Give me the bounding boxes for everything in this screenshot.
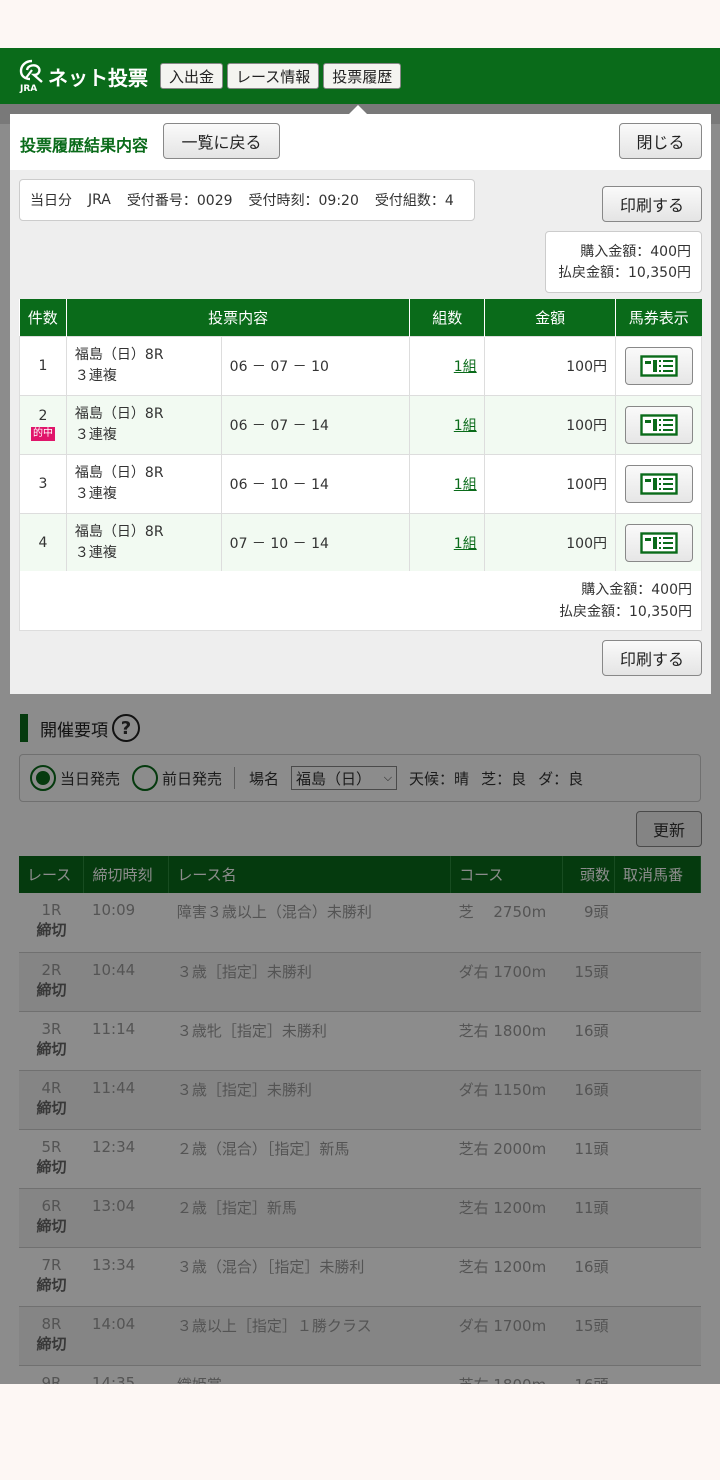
- bet-amount: 100円: [484, 512, 616, 573]
- col-header-count: 件数: [19, 299, 67, 336]
- receipt-sets: 受付組数：4: [374, 193, 454, 209]
- ticket-cell: [615, 512, 702, 573]
- logo-text: ネット投票: [48, 65, 148, 90]
- jra-mark-icon: JRA: [18, 58, 46, 94]
- bet-sets-cell: 1組: [409, 512, 486, 573]
- ticket-view-button[interactable]: [624, 346, 693, 385]
- amount-summary-bottom: 購入金額：400円 払戻金額：10,350円: [19, 571, 702, 631]
- ticket-icon: [639, 354, 678, 377]
- ticket-cell: [615, 335, 702, 396]
- col-header-sets: 組数: [409, 299, 486, 336]
- bet-amount: 100円: [484, 453, 616, 514]
- ticket-icon: [639, 531, 678, 554]
- ticket-view-button[interactable]: [624, 464, 693, 503]
- receipt-time: 受付時刻：09:20: [248, 193, 359, 209]
- col-header-amount: 金額: [484, 299, 616, 336]
- ticket-icon: [639, 472, 678, 495]
- bet-race: 福島（日）8R ３連複: [65, 512, 222, 573]
- bet-row: 2 的中 福島（日）8R ３連複 06 － 07 － 14 1組 100円: [19, 394, 702, 455]
- bet-combination: 06 － 07 － 10: [220, 335, 411, 396]
- history-result-modal: 投票履歴結果内容 一覧に戻る 閉じる 当日分 JRA 受付番号：0029 受付時…: [10, 105, 711, 694]
- purchase-amount: 購入金額：400円: [581, 582, 692, 598]
- deposit-button[interactable]: 入出金: [160, 63, 224, 89]
- jra-logo: JRA ネット投票: [18, 58, 160, 94]
- receipt-org: JRA: [88, 192, 111, 208]
- bet-combination: 07 － 10 － 14: [220, 512, 411, 573]
- bet-number: 3: [19, 453, 67, 514]
- hit-badge: 的中: [30, 427, 55, 441]
- bet-sets-link[interactable]: 1組: [418, 359, 477, 375]
- modal-header: 投票履歴結果内容 一覧に戻る 閉じる: [10, 114, 711, 170]
- ticket-icon: [639, 413, 678, 436]
- payout-amount: 払戻金額：10,350円: [558, 265, 691, 281]
- modal-caret: [349, 105, 367, 114]
- bet-row: 4 福島（日）8R ３連複 07 － 10 － 14 1組 100円: [19, 512, 702, 573]
- bet-sets-link[interactable]: 1組: [418, 418, 477, 434]
- receipt-info: 当日分 JRA 受付番号：0029 受付時刻：09:20 受付組数：4: [19, 179, 475, 221]
- bet-sets-cell: 1組: [409, 394, 486, 455]
- bet-sets-link[interactable]: 1組: [418, 477, 477, 493]
- ticket-cell: [615, 453, 702, 514]
- ticket-view-button[interactable]: [624, 405, 693, 444]
- bet-row: 1 福島（日）8R ３連複 06 － 07 － 10 1組 100円: [19, 335, 702, 396]
- payout-amount: 払戻金額：10,350円: [559, 604, 692, 620]
- bet-race: 福島（日）8R ３連複: [65, 335, 222, 396]
- amount-summary-top: 購入金額：400円 払戻金額：10,350円: [545, 231, 702, 293]
- bet-number: 1: [19, 335, 67, 396]
- vote-history-button[interactable]: 投票履歴: [323, 63, 402, 89]
- receipt-day: 当日分: [30, 193, 72, 209]
- logo-jra-text: JRA: [20, 84, 38, 94]
- bet-row: 3 福島（日）8R ３連複 06 － 10 － 14 1組 100円: [19, 453, 702, 514]
- bet-race: 福島（日）8R ３連複: [65, 453, 222, 514]
- bet-amount: 100円: [484, 394, 616, 455]
- bet-number: 2 的中: [19, 394, 67, 455]
- bet-sets-cell: 1組: [409, 453, 486, 514]
- bet-race: 福島（日）8R ３連複: [65, 394, 222, 455]
- race-info-button[interactable]: レース情報: [227, 63, 320, 89]
- bet-table: 件数 投票内容 組数 金額 馬券表示 1 福島（日）8R ３連複 06 － 07 …: [19, 299, 702, 573]
- bet-combination: 06 － 07 － 14: [220, 394, 411, 455]
- bet-sets-link[interactable]: 1組: [418, 536, 477, 552]
- close-button[interactable]: 閉じる: [619, 123, 702, 159]
- modal-title: 投票履歴結果内容: [20, 136, 149, 155]
- bet-sets-cell: 1組: [409, 335, 486, 396]
- back-to-list-button[interactable]: 一覧に戻る: [163, 123, 280, 159]
- purchase-amount: 購入金額：400円: [580, 244, 691, 260]
- col-header-ticket: 馬券表示: [615, 299, 702, 336]
- bet-combination: 06 － 10 － 14: [220, 453, 411, 514]
- receipt-number: 受付番号：0029: [126, 193, 233, 209]
- bet-number: 4: [19, 512, 67, 573]
- ticket-cell: [615, 394, 702, 455]
- col-header-content: 投票内容: [66, 299, 411, 336]
- app-header: JRA ネット投票 入出金 レース情報 投票履歴: [0, 48, 720, 104]
- bet-amount: 100円: [484, 335, 616, 396]
- ticket-view-button[interactable]: [624, 523, 693, 562]
- print-button-top[interactable]: 印刷する: [602, 186, 702, 222]
- print-button-bottom[interactable]: 印刷する: [602, 640, 702, 676]
